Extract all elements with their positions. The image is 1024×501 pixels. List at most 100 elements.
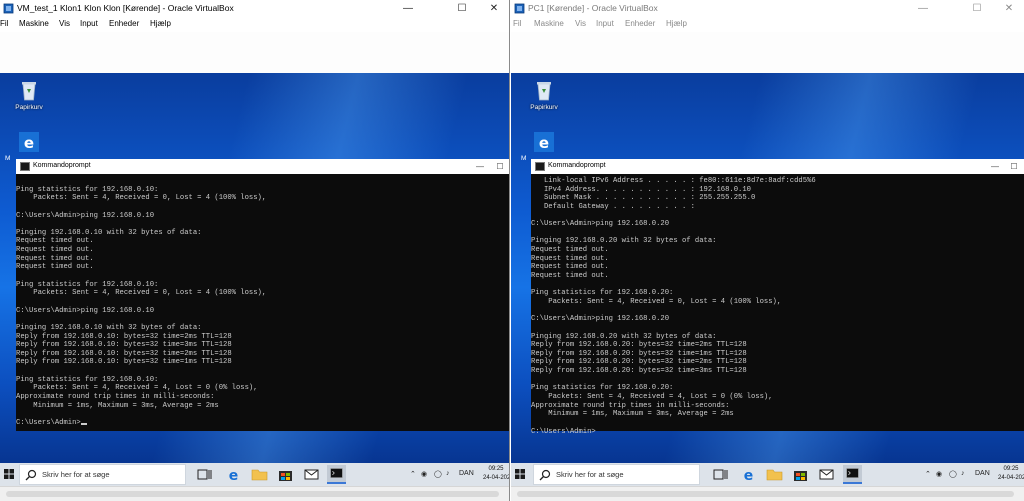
- cmd-title-bar[interactable]: Kommandoprompt — ☐: [16, 159, 509, 174]
- horizontal-scrollbar[interactable]: [517, 491, 1014, 497]
- chevron-up-icon[interactable]: ⌃: [410, 470, 416, 478]
- desktop-icon-label: M: [521, 155, 527, 162]
- desktop-icon-label: M: [5, 155, 11, 162]
- console-line: Packets: Sent = 4, Received = 0, Lost = …: [16, 194, 267, 203]
- menu-enheder[interactable]: Enheder: [625, 19, 655, 28]
- console-line: Reply from 192.168.0.20: bytes=32 time=2…: [531, 358, 747, 367]
- title-bar[interactable]: VM_test_1 Klon1 Klon Klon [Kørende] - Or…: [0, 0, 509, 17]
- console-prompt: C:\Users\Admin>: [16, 418, 81, 427]
- menu-enheder[interactable]: Enheder: [109, 19, 139, 28]
- desktop-icon-edge[interactable]: e: [9, 131, 49, 155]
- console-line: Reply from 192.168.0.10: bytes=32 time=2…: [16, 349, 232, 358]
- console-line: C:\Users\Admin>ping 192.168.0.10: [16, 211, 155, 220]
- horizontal-scrollbar[interactable]: [6, 491, 499, 497]
- console-line: Request timed out.: [16, 254, 94, 263]
- file-explorer-icon[interactable]: [250, 465, 269, 484]
- cmd-minimize-button[interactable]: —: [985, 159, 1005, 174]
- desktop-icon-edge[interactable]: e: [524, 131, 564, 155]
- console-line: Minimum = 1ms, Maximum = 3ms, Average = …: [531, 410, 734, 419]
- console-line: Reply from 192.168.0.10: bytes=32 time=1…: [16, 358, 232, 367]
- store-icon[interactable]: [791, 465, 810, 484]
- virtualbox-icon: [514, 3, 525, 14]
- taskbar-search-box[interactable]: Skriv her for at søge: [533, 464, 700, 485]
- cmd-maximize-button[interactable]: ☐: [1004, 159, 1024, 174]
- volume-icon[interactable]: ♪: [961, 470, 965, 477]
- bluetooth-icon[interactable]: ◉: [936, 470, 942, 478]
- task-view-icon[interactable]: [195, 465, 214, 484]
- menu-maskine[interactable]: Maskine: [19, 19, 49, 28]
- mail-icon[interactable]: [302, 465, 321, 484]
- desktop-icon-recycle-bin[interactable]: Papirkurv: [524, 78, 564, 111]
- cmd-minimize-button[interactable]: —: [470, 159, 490, 174]
- desktop-icon-label: Papirkurv: [530, 104, 558, 111]
- search-icon: [25, 469, 37, 481]
- menu-input[interactable]: Input: [596, 19, 614, 28]
- task-view-icon[interactable]: [711, 465, 730, 484]
- store-icon[interactable]: [276, 465, 295, 484]
- system-clock[interactable]: 09:25 24-04-202: [998, 465, 1024, 483]
- menu-input[interactable]: Input: [80, 19, 98, 28]
- menu-bar: Fil Maskine Vis Input Enheder Hjælp: [511, 17, 1024, 32]
- menu-fil[interactable]: Fil: [0, 19, 8, 28]
- windows-start-icon[interactable]: [511, 463, 529, 486]
- language-indicator[interactable]: DAN: [459, 470, 474, 477]
- system-clock[interactable]: 09:25 24-04-202: [483, 465, 509, 483]
- console-line: C:\Users\Admin>ping 192.168.0.10: [16, 306, 155, 315]
- console-output[interactable]: Link-local IPv6 Address . . . . . : fe80…: [531, 174, 1024, 436]
- network-icon[interactable]: ◯: [949, 470, 957, 478]
- svg-text:e: e: [229, 468, 239, 484]
- maximize-button[interactable]: ☐: [448, 0, 476, 17]
- svg-text:e: e: [539, 134, 549, 152]
- close-button[interactable]: ✕: [480, 0, 508, 17]
- console-output[interactable]: Ping statistics for 192.168.0.10: Packet…: [16, 174, 509, 431]
- virtualbox-window-left: VM_test_1 Klon1 Klon Klon [Kørende] - Or…: [0, 0, 510, 501]
- console-line: Reply from 192.168.0.20: bytes=32 time=3…: [531, 367, 747, 376]
- command-prompt-icon[interactable]: [327, 465, 346, 484]
- command-prompt-window[interactable]: Kommandoprompt — ☐ Ping statistics for 1…: [16, 159, 509, 431]
- network-icon[interactable]: ◯: [434, 470, 442, 478]
- close-button[interactable]: ✕: [995, 0, 1023, 17]
- cmd-maximize-button[interactable]: ☐: [490, 159, 509, 174]
- command-prompt-window[interactable]: Kommandoprompt — ☐ Link-local IPv6 Addre…: [531, 159, 1024, 436]
- taskbar-search-box[interactable]: Skriv her for at søge: [19, 464, 186, 485]
- menu-bar: Fil Maskine Vis Input Enheder Hjælp: [0, 17, 509, 32]
- menu-fil[interactable]: Fil: [513, 19, 521, 28]
- chevron-up-icon[interactable]: ⌃: [925, 470, 931, 478]
- volume-icon[interactable]: ♪: [446, 470, 450, 477]
- edge-icon[interactable]: e: [739, 465, 758, 484]
- console-line: Approximate round trip times in milli-se…: [531, 401, 730, 410]
- menu-hjaelp[interactable]: Hjælp: [150, 19, 171, 28]
- minimize-button[interactable]: —: [909, 0, 937, 17]
- minimize-button[interactable]: —: [394, 0, 422, 17]
- edge-icon[interactable]: e: [224, 465, 243, 484]
- language-indicator[interactable]: DAN: [975, 470, 990, 477]
- menu-maskine[interactable]: Maskine: [534, 19, 564, 28]
- search-placeholder: Skriv her for at søge: [556, 470, 624, 479]
- bluetooth-icon[interactable]: ◉: [421, 470, 427, 478]
- console-line: Request timed out.: [531, 254, 609, 263]
- command-prompt-icon[interactable]: [843, 465, 862, 484]
- virtualbox-window-right: PC1 [Kørende] - Oracle VirtualBox — ☐ ✕ …: [511, 0, 1024, 501]
- console-line: Approximate round trip times in milli-se…: [16, 393, 215, 402]
- maximize-button[interactable]: ☐: [963, 0, 991, 17]
- cmd-title-bar[interactable]: Kommandoprompt — ☐: [531, 159, 1024, 174]
- console-line: Default Gateway . . . . . . . . . :: [531, 202, 695, 211]
- menu-vis[interactable]: Vis: [59, 19, 70, 28]
- windows-start-icon[interactable]: [0, 463, 18, 486]
- menu-vis[interactable]: Vis: [575, 19, 586, 28]
- text-cursor: [80, 422, 87, 425]
- file-explorer-icon[interactable]: [765, 465, 784, 484]
- menu-hjaelp[interactable]: Hjælp: [666, 19, 687, 28]
- mail-icon[interactable]: [817, 465, 836, 484]
- search-icon: [539, 469, 551, 481]
- title-bar[interactable]: PC1 [Kørende] - Oracle VirtualBox — ☐ ✕: [511, 0, 1024, 17]
- console-line: Ping statistics for 192.168.0.20:: [531, 384, 674, 393]
- recycle-bin-icon: [537, 82, 551, 101]
- search-placeholder: Skriv her for at søge: [42, 470, 110, 479]
- console-line: Pinging 192.168.0.20 with 32 bytes of da…: [531, 332, 717, 341]
- desktop-icon-recycle-bin[interactable]: Papirkurv: [9, 78, 49, 111]
